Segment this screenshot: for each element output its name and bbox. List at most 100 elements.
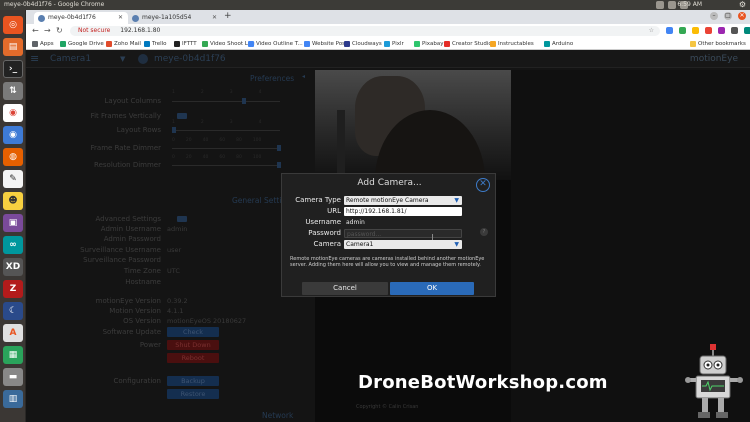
new-tab-button[interactable]: + bbox=[224, 11, 232, 21]
bookmark-item[interactable]: Creator Studio bbox=[444, 38, 492, 50]
url-input[interactable]: http://192.168.1.81/ bbox=[344, 207, 462, 216]
close-window-icon[interactable]: ✕ bbox=[738, 12, 746, 20]
slider-handle[interactable] bbox=[277, 145, 281, 151]
close-tab-icon[interactable]: ✕ bbox=[118, 12, 123, 24]
dialog-description: Remote motionEye cameras are cameras ins… bbox=[290, 256, 485, 268]
tab-meye-0b4d1f76[interactable]: meye-0b4d1f76 ✕ bbox=[34, 12, 128, 24]
time-zone-select[interactable]: UTC bbox=[167, 267, 180, 275]
camera-select[interactable]: Camera1 ▼ bbox=[344, 240, 462, 249]
bookmark-item[interactable]: Google Drive bbox=[60, 38, 104, 50]
close-icon[interactable]: ✕ bbox=[476, 178, 490, 192]
bookmark-item[interactable]: Pixlr bbox=[384, 38, 404, 50]
software-center-icon[interactable]: A bbox=[3, 324, 23, 342]
bookmark-item[interactable]: Zoho Mail bbox=[106, 38, 141, 50]
bookmark-item[interactable]: Arduino bbox=[544, 38, 573, 50]
slider-handle[interactable] bbox=[172, 127, 176, 133]
forward-icon[interactable]: → bbox=[44, 26, 51, 35]
advanced-settings-toggle[interactable] bbox=[177, 216, 187, 222]
close-tab-icon[interactable]: ✕ bbox=[212, 12, 217, 24]
camera-type-value: Remote motionEye Camera bbox=[346, 197, 429, 204]
ok-button[interactable]: OK bbox=[390, 282, 474, 295]
extension-icon[interactable] bbox=[744, 27, 750, 34]
text-editor-icon[interactable]: ✎ bbox=[3, 170, 23, 188]
firefox-icon[interactable]: ◍ bbox=[3, 148, 23, 166]
address-bar[interactable]: Not secure 192.168.1.80 ☆ bbox=[70, 26, 660, 36]
slider-handle[interactable] bbox=[242, 98, 246, 104]
network-icon[interactable] bbox=[668, 1, 676, 9]
image-viewer-icon[interactable]: ▣ bbox=[3, 214, 23, 232]
camera-select[interactable]: Camera1 bbox=[50, 50, 91, 68]
camera-settings-icon[interactable] bbox=[138, 54, 148, 64]
maximize-icon[interactable]: □ bbox=[724, 12, 732, 20]
other-bookmarks[interactable]: Other bookmarks bbox=[690, 38, 746, 50]
bookmark-item[interactable]: Trello bbox=[144, 38, 167, 50]
check-button[interactable]: Check bbox=[167, 327, 219, 337]
frame-rate-dimmer-slider[interactable] bbox=[172, 148, 280, 149]
bookmark-item[interactable]: Video Outline T... bbox=[248, 38, 303, 50]
tick: 40 bbox=[202, 155, 209, 160]
chrome-icon[interactable]: ◉ bbox=[3, 104, 23, 122]
admin-username-input[interactable]: admin bbox=[167, 225, 187, 233]
bookmark-item[interactable]: Apps bbox=[32, 38, 54, 50]
extension-icon[interactable] bbox=[705, 27, 712, 34]
reboot-button[interactable]: Reboot bbox=[167, 353, 219, 363]
resolution-dimmer-slider[interactable] bbox=[172, 165, 280, 166]
terminal-icon[interactable]: ›_ bbox=[3, 60, 23, 78]
extension-icon[interactable] bbox=[731, 27, 738, 34]
night-icon[interactable]: ☾ bbox=[3, 302, 23, 320]
launcher: ◎ ▤ ›_ ⇅ ◉ ◉ ◍ ✎ ☻ ▣ ∞ XD Z ☾ A ▦ ▬ ▥ bbox=[0, 10, 26, 422]
username-input[interactable]: admin bbox=[344, 218, 462, 227]
cancel-button[interactable]: Cancel bbox=[302, 282, 388, 295]
reload-icon[interactable]: ↻ bbox=[56, 26, 63, 35]
network-tool-icon[interactable]: ⇅ bbox=[3, 82, 23, 100]
layout-rows-slider[interactable] bbox=[172, 130, 280, 131]
fit-frames-label: Fit Frames Vertically bbox=[90, 112, 161, 120]
bookmark-item[interactable]: IFTTT bbox=[174, 38, 197, 50]
rows-ticks: 1 2 3 4 bbox=[172, 120, 262, 125]
layout-columns-slider[interactable] bbox=[172, 101, 280, 102]
tick: 3 bbox=[229, 90, 233, 95]
bookmark-item[interactable]: Instructables bbox=[490, 38, 534, 50]
fit-frames-toggle[interactable] bbox=[177, 113, 187, 119]
back-icon[interactable]: ← bbox=[32, 26, 39, 35]
bookmark-star-icon[interactable]: ☆ bbox=[649, 26, 654, 36]
slider-handle[interactable] bbox=[277, 162, 281, 168]
password-input[interactable]: password... bbox=[344, 229, 462, 238]
chromium-icon[interactable]: ◉ bbox=[3, 126, 23, 144]
extension-icon[interactable] bbox=[666, 27, 673, 34]
not-secure-label[interactable]: Not secure bbox=[78, 27, 110, 34]
gimp-icon[interactable]: ☻ bbox=[3, 192, 23, 210]
arduino-icon[interactable]: ∞ bbox=[3, 236, 23, 254]
network-section[interactable]: Network bbox=[262, 411, 293, 420]
collapse-icon[interactable]: ◂ bbox=[302, 73, 305, 80]
tab-meye-1a105d54[interactable]: meye-1a105d54 ✕ bbox=[128, 12, 222, 24]
minimize-icon[interactable]: – bbox=[710, 12, 718, 20]
surveillance-username-input[interactable]: user bbox=[167, 246, 181, 254]
menu-icon[interactable]: ≡ bbox=[30, 50, 39, 68]
backup-button[interactable]: Backup bbox=[167, 376, 219, 386]
system-monitor-icon[interactable]: ▦ bbox=[3, 346, 23, 364]
power-menu-icon[interactable]: ⚙ bbox=[739, 0, 746, 10]
dropbox-icon[interactable] bbox=[656, 1, 664, 9]
clock[interactable]: 6:59 AM bbox=[677, 0, 702, 10]
bookmark-item[interactable]: Cloudways bbox=[344, 38, 382, 50]
filezilla-icon[interactable]: Z bbox=[3, 280, 23, 298]
tick: 2 bbox=[200, 90, 204, 95]
files-icon[interactable]: ▤ bbox=[3, 38, 23, 56]
preferences-section[interactable]: Preferences bbox=[250, 74, 294, 83]
help-icon[interactable]: ? bbox=[480, 228, 488, 236]
bookmark-item[interactable]: Video Shoot Log bbox=[202, 38, 255, 50]
camera-type-select[interactable]: Remote motionEye Camera ▼ bbox=[344, 196, 462, 205]
extension-icon[interactable] bbox=[718, 27, 725, 34]
restore-button[interactable]: Restore bbox=[167, 389, 219, 399]
chevron-down-icon[interactable]: ▼ bbox=[120, 50, 125, 68]
bookmark-item[interactable]: Pixabay bbox=[414, 38, 443, 50]
xd-icon[interactable]: XD bbox=[3, 258, 23, 276]
ubuntu-icon[interactable]: ◎ bbox=[3, 16, 23, 34]
extension-icon[interactable] bbox=[692, 27, 699, 34]
extension-icon[interactable] bbox=[679, 27, 686, 34]
disk-icon[interactable]: ▬ bbox=[3, 368, 23, 386]
tab-label: meye-0b4d1f76 bbox=[48, 14, 96, 21]
shut-down-button[interactable]: Shut Down bbox=[167, 340, 219, 350]
trash-icon[interactable]: ▥ bbox=[3, 390, 23, 408]
